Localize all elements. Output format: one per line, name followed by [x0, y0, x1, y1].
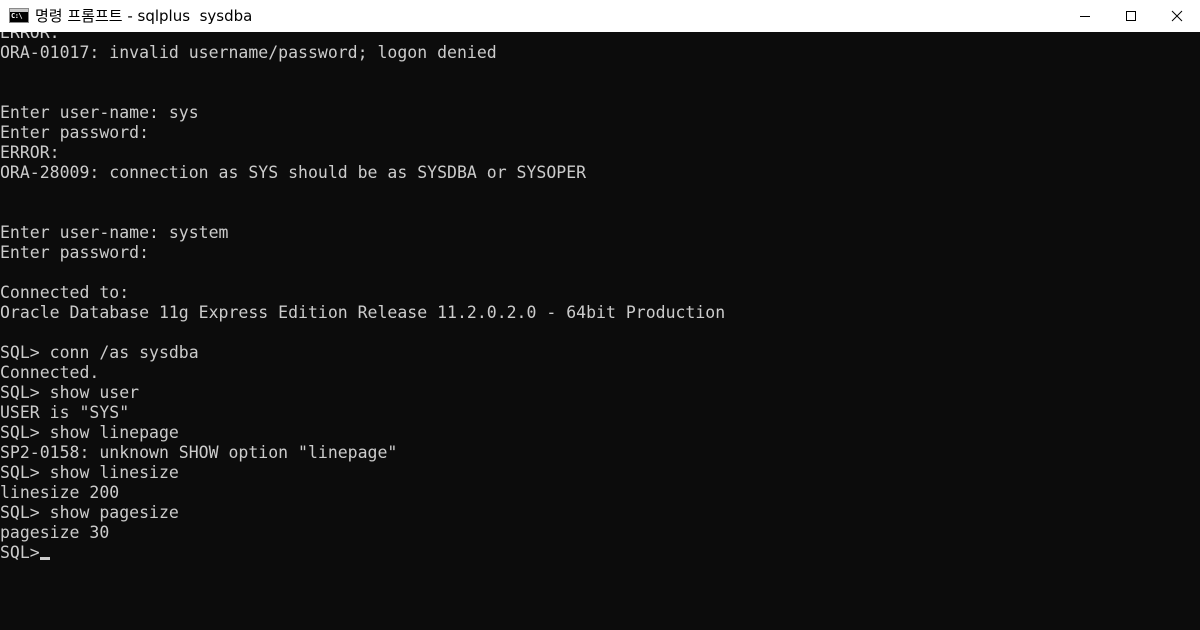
command-prompt-window: C:\ 명령 프롬프트 - sqlplus sysdba ERROR: ORA-… — [0, 0, 1200, 630]
title-bar[interactable]: C:\ 명령 프롬프트 - sqlplus sysdba — [0, 0, 1200, 32]
cmd-icon[interactable]: C:\ — [9, 8, 29, 23]
console-line: SQL> show pagesize — [0, 503, 179, 522]
window-controls — [1062, 0, 1200, 32]
console-line: ERROR: — [0, 32, 60, 42]
maximize-icon — [1126, 11, 1136, 21]
cmd-icon-label: C:\ — [11, 12, 23, 20]
minimize-button[interactable] — [1062, 0, 1108, 32]
console-line: Enter user-name: system — [0, 223, 229, 242]
console-line: SQL> show user — [0, 383, 140, 402]
sql-prompt: SQL> — [0, 543, 40, 562]
console-line: Connected. — [0, 363, 100, 382]
maximize-button[interactable] — [1108, 0, 1154, 32]
console-line: USER is "SYS" — [0, 403, 130, 422]
window-title: 명령 프롬프트 - sqlplus sysdba — [35, 7, 253, 25]
console-line: Enter user-name: sys — [0, 103, 199, 122]
console-lines: ERROR: ORA-01017: invalid username/passw… — [0, 32, 725, 563]
console-line: Enter password: — [0, 123, 150, 142]
text-cursor — [39, 557, 50, 560]
console-line: SQL> show linesize — [0, 463, 179, 482]
console-line: linesize 200 — [0, 483, 120, 502]
console-line: Oracle Database 11g Express Edition Rele… — [0, 303, 726, 322]
console-line: pagesize 30 — [0, 523, 110, 542]
console-line: SQL> conn /as sysdba — [0, 343, 199, 362]
console-line: ERROR: — [0, 143, 60, 162]
console-line: ORA-28009: connection as SYS should be a… — [0, 163, 587, 182]
minimize-icon — [1080, 16, 1090, 17]
close-icon — [1171, 10, 1183, 22]
sql-prompt-line[interactable]: SQL> — [0, 543, 725, 563]
close-button[interactable] — [1154, 0, 1200, 32]
console-line: SQL> show linepage — [0, 423, 179, 442]
console-line: SP2-0158: unknown SHOW option "linepage" — [0, 443, 398, 462]
console-output[interactable]: ERROR: ORA-01017: invalid username/passw… — [0, 32, 1200, 630]
console-line: Enter password: — [0, 243, 150, 262]
console-line: ORA-01017: invalid username/password; lo… — [0, 43, 497, 62]
console-line: Connected to: — [0, 283, 130, 302]
